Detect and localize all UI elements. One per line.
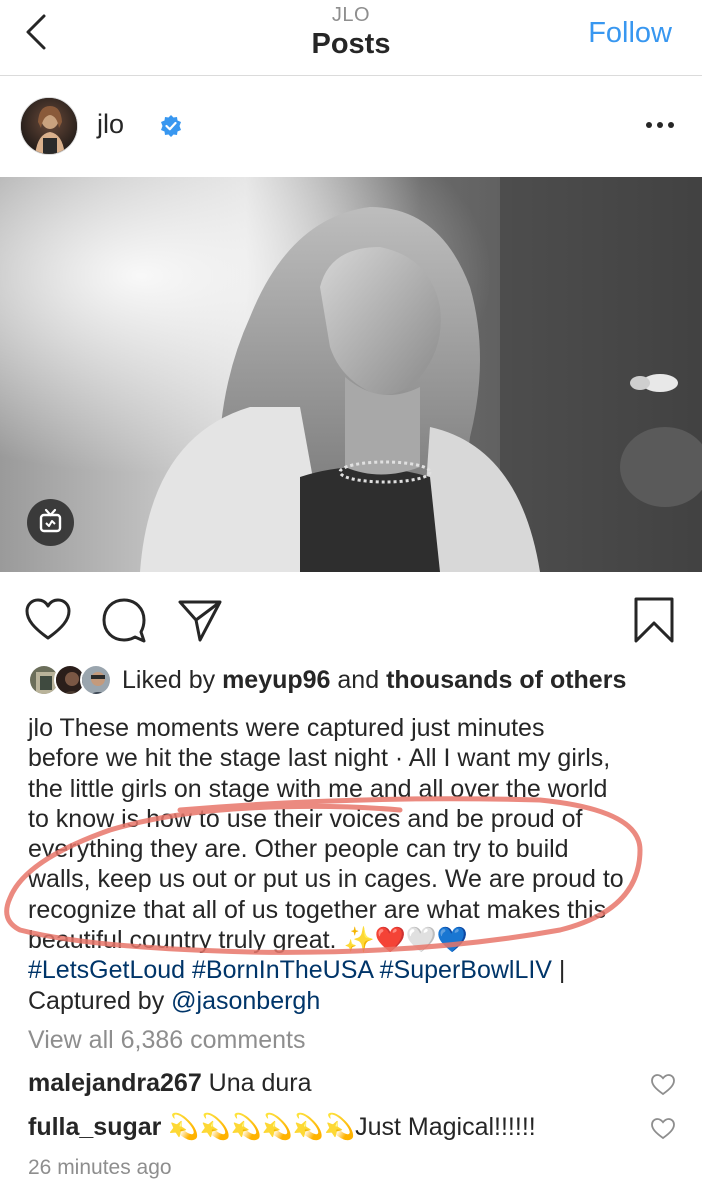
top-navigation-bar: JLO Posts Follow (0, 0, 702, 76)
comment-icon[interactable] (100, 596, 148, 644)
comment-text: Una dura (208, 1069, 312, 1097)
paper-plane-icon[interactable] (176, 596, 224, 644)
igtv-icon (39, 508, 62, 533)
bookmark-icon[interactable] (630, 596, 678, 644)
caption-line: before we hit the stage last night · All… (28, 744, 611, 773)
caption-line: everything they are. Other people can tr… (28, 835, 569, 864)
liker-username[interactable]: meyup96 (222, 666, 330, 694)
likes-others-link[interactable]: thousands of others (386, 666, 626, 694)
post-timestamp: 26 minutes ago (28, 1156, 172, 1179)
likes-summary[interactable]: Liked by meyup96 and thousands of others (28, 662, 688, 702)
comment-like-icon[interactable] (650, 1073, 676, 1097)
comment-text: 💫💫💫💫💫💫Just Magical!!!!!! (168, 1113, 536, 1141)
caption-line: walls, keep us out or put us in cages. W… (28, 865, 624, 894)
more-horizontal-icon[interactable] (644, 113, 676, 137)
caption-line: beautiful country truly great. ✨❤️🤍💙 (28, 926, 468, 955)
igtv-badge[interactable] (27, 499, 74, 546)
follow-button[interactable]: Follow (588, 17, 672, 50)
hashtag-link[interactable]: #SuperBowlLIV (380, 956, 552, 984)
mention-link[interactable]: @jasonbergh (171, 987, 320, 1015)
comment-row: fulla_sugar 💫💫💫💫💫💫Just Magical!!!!!! (28, 1113, 536, 1142)
post-header: jlo (0, 77, 702, 177)
comment-username[interactable]: malejandra267 (28, 1069, 202, 1097)
post-photo[interactable] (0, 177, 702, 572)
verified-badge-icon (161, 115, 181, 137)
caption-line: jlo These moments were captured just min… (28, 714, 545, 742)
caption-line: Captured by @jasonbergh (28, 986, 321, 1015)
caption-line: recognize that all of us together are wh… (28, 895, 607, 924)
likes-text: Liked by meyup96 and thousands of others (122, 666, 627, 694)
post-username[interactable]: jlo (97, 109, 124, 140)
caption-line: the little girls on stage with me and al… (28, 774, 608, 803)
heart-icon[interactable] (24, 596, 72, 644)
hashtag-link[interactable]: #LetsGetLoud (28, 956, 185, 984)
hashtag-link[interactable]: #BornInTheUSA (192, 956, 373, 984)
view-all-comments-link[interactable]: View all 6,386 comments (28, 1026, 305, 1055)
caption-username[interactable]: jlo (28, 714, 53, 742)
comment-like-icon[interactable] (650, 1117, 676, 1141)
comment-row: malejandra267 Una dura (28, 1069, 312, 1098)
comment-username[interactable]: fulla_sugar (28, 1113, 161, 1141)
post-actions (0, 590, 702, 650)
liker-avatar (80, 664, 112, 696)
avatar[interactable] (20, 97, 78, 155)
caption-line: #LetsGetLoud #BornInTheUSA #SuperBowlLIV… (28, 956, 566, 985)
post-caption: jlo These moments were captured just min… (28, 713, 688, 1016)
caption-line: to know is how to use their voices and b… (28, 804, 583, 833)
